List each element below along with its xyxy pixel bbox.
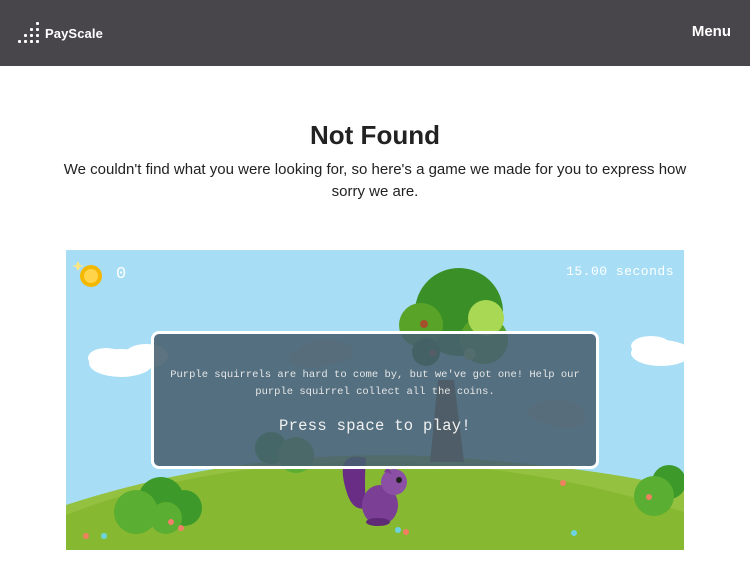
- game-timer: 15.00 seconds: [566, 264, 674, 279]
- page-title: Not Found: [310, 120, 440, 150]
- page-subtitle: We couldn't find what you were looking f…: [63, 161, 687, 200]
- menu-button[interactable]: Menu: [692, 23, 731, 40]
- logo-text: PayScale: [45, 25, 103, 41]
- game-canvas[interactable]: 0 15.00 seconds Purple squirrels are har…: [66, 250, 684, 550]
- overlay-message: Purple squirrels are hard to come by, bu…: [170, 369, 580, 398]
- coin-count: 0: [116, 265, 127, 284]
- cloud-right: [631, 336, 684, 366]
- play-prompt: Press space to play!: [278, 417, 472, 435]
- top-navigation-bar: PayScale Menu: [0, 0, 750, 66]
- coin-icon: [72, 261, 102, 287]
- start-game-overlay[interactable]: Purple squirrels are hard to come by, bu…: [151, 331, 599, 469]
- payscale-logo-icon: [18, 19, 40, 47]
- payscale-logo[interactable]: PayScale: [18, 18, 103, 48]
